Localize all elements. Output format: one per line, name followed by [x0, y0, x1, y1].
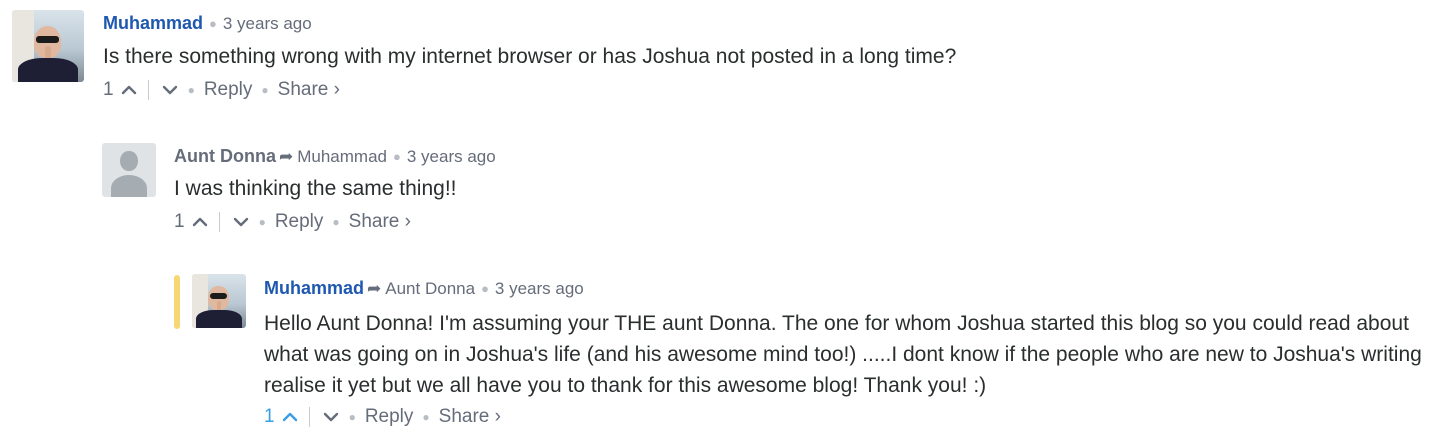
user-photo-avatar[interactable] — [12, 10, 84, 82]
vote-count: 1 — [174, 211, 185, 232]
parent-author-link[interactable]: Aunt Donna — [385, 279, 475, 298]
author-name[interactable]: Muhammad — [103, 13, 203, 33]
default-user-avatar[interactable] — [102, 143, 156, 197]
reply-link[interactable]: Reply — [365, 405, 414, 429]
comment-header: Aunt Donna ➦ Muhammad ● 3 years ago — [174, 145, 496, 168]
timestamp[interactable]: 3 years ago — [495, 279, 584, 298]
parent-author-link[interactable]: Muhammad — [297, 147, 387, 166]
separator-dot-icon: ● — [422, 410, 430, 424]
comment-2: Aunt Donna ➦ Muhammad ● 3 years ago I was th… — [0, 130, 1445, 240]
timestamp[interactable]: 3 years ago — [407, 147, 496, 166]
comment-message: Is there something wrong with my interne… — [103, 45, 957, 68]
comment-header: Muhammad ● 3 years ago — [103, 12, 312, 35]
share-link[interactable]: Share › — [278, 78, 340, 102]
vote-count: 1 — [103, 79, 114, 100]
separator-dot-icon: ● — [332, 215, 340, 229]
vote-divider — [218, 212, 220, 232]
reply-arrow-icon: ➦ — [278, 147, 294, 166]
reply-link[interactable]: Reply — [275, 210, 324, 234]
separator-dot-icon: ● — [481, 281, 489, 296]
share-link[interactable]: Share › — [349, 210, 411, 234]
separator-dot-icon: ● — [261, 83, 269, 97]
comment-message: Hello Aunt Donna! I'm assuming your THE … — [264, 312, 1422, 397]
comment-3: Muhammad ➦ Aunt Donna ● 3 years ago Hello Au… — [0, 262, 1445, 442]
author-name: Aunt Donna — [174, 146, 276, 166]
user-photo-avatar[interactable] — [192, 274, 246, 328]
comment-footer: 1 ● Reply ● Share › — [174, 210, 411, 234]
reply-arrow-icon: ➦ — [367, 279, 382, 298]
author-name[interactable]: Muhammad — [264, 278, 364, 298]
separator-dot-icon: ● — [258, 215, 266, 229]
downvote-icon[interactable] — [232, 213, 250, 231]
share-link[interactable]: Share › — [439, 405, 501, 429]
separator-dot-icon: ● — [393, 149, 401, 164]
separator-dot-icon: ● — [209, 16, 217, 31]
upvote-icon[interactable] — [120, 81, 138, 99]
vote-divider — [308, 407, 310, 427]
comment-header: Muhammad ➦ Aunt Donna ● 3 years ago — [264, 277, 584, 300]
reply-link[interactable]: Reply — [204, 78, 253, 102]
vote-divider — [147, 80, 149, 100]
comment-message: I was thinking the same thing!! — [174, 177, 457, 200]
upvote-icon[interactable] — [281, 408, 299, 426]
timestamp[interactable]: 3 years ago — [223, 14, 312, 33]
separator-dot-icon: ● — [348, 410, 356, 424]
comment-footer: 1 ● Reply ● Share › — [103, 78, 340, 102]
comment-1: Muhammad ● 3 years ago Is there something … — [0, 0, 1445, 110]
separator-dot-icon: ● — [187, 83, 195, 97]
vote-count: 1 — [264, 406, 275, 427]
downvote-icon[interactable] — [161, 81, 179, 99]
comment-footer: 1 ● Reply ● Share › — [264, 405, 501, 429]
downvote-icon[interactable] — [322, 408, 340, 426]
upvote-icon[interactable] — [191, 213, 209, 231]
